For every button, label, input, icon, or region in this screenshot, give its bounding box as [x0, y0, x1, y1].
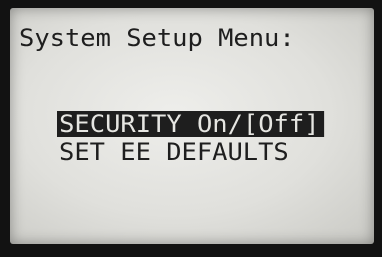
menu-item-set-ee-defaults[interactable]: SET EE DEFAULTS — [59, 140, 289, 164]
menu-item-security[interactable]: SECURITY On/[Off] — [57, 111, 324, 137]
device-bezel: System Setup Menu: SECURITY On/[Off] SET… — [0, 0, 382, 257]
lcd-screen: System Setup Menu: SECURITY On/[Off] SET… — [10, 8, 374, 244]
menu-title: System Setup Menu: — [19, 24, 295, 52]
